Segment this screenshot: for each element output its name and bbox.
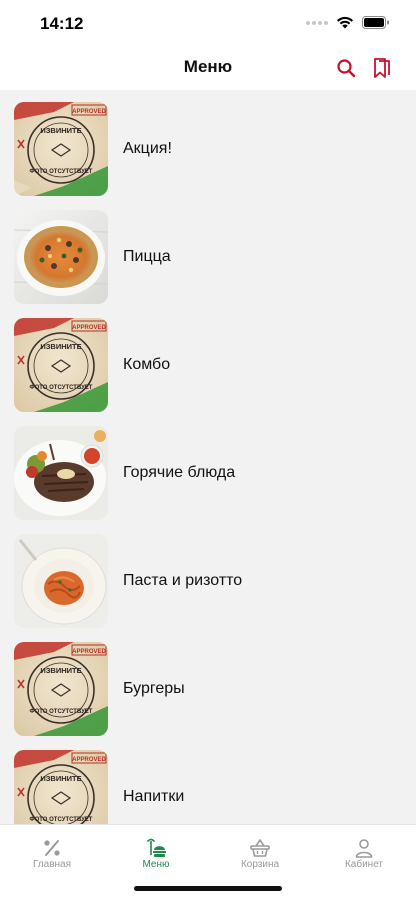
tab-label: Корзина: [240, 859, 280, 870]
no-photo-placeholder: APPROVED ИЗВИНИТЕ ФОТО ОТСУТСТВУЕТ: [14, 750, 108, 824]
menu-category-list[interactable]: APPROVED ИЗВИНИТЕ ФОТО ОТСУТСТВУЕТ Акция…: [0, 90, 416, 824]
category-thumbnail: APPROVED ИЗВИНИТЕ ФОТО ОТСУТСТВУЕТ: [14, 642, 108, 736]
menu-category-pasta-risotto[interactable]: Паста и ризотто: [0, 522, 416, 630]
approved-stamp-text: APPROVED: [72, 757, 106, 763]
menu-category-pizza[interactable]: Пицца: [0, 198, 416, 306]
stamp-text-bottom: ФОТО ОТСУТСТВУЕТ: [30, 385, 93, 391]
status-icons: [306, 16, 390, 29]
approved-stamp-text: APPROVED: [72, 109, 106, 115]
menu-category-hot-dishes[interactable]: Горячие блюда: [0, 414, 416, 522]
menu-category-label: Горячие блюда: [123, 464, 236, 481]
menu-category-promo[interactable]: APPROVED ИЗВИНИТЕ ФОТО ОТСУТСТВУЕТ Акция…: [0, 90, 416, 198]
menu-tray-icon: [147, 838, 166, 857]
menu-category-label: Паста и ризотто: [123, 572, 243, 589]
stamp-text-bottom: ФОТО ОТСУТСТВУЕТ: [30, 817, 93, 823]
nav-bar: Меню: [0, 46, 416, 90]
home-indicator: [134, 886, 282, 891]
tab-label: Главная: [32, 859, 72, 870]
no-photo-placeholder: APPROVED ИЗВИНИТЕ ФОТО ОТСУТСТВУЕТ: [14, 642, 108, 736]
stamp-text-top: ИЗВИНИТЕ: [40, 342, 81, 351]
pasta-photo: [14, 534, 108, 628]
status-time: 14:12: [40, 14, 84, 33]
approved-stamp-text: APPROVED: [72, 325, 106, 331]
category-thumbnail: APPROVED ИЗВИНИТЕ ФОТО ОТСУТСТВУЕТ: [14, 318, 108, 412]
approved-stamp-text: APPROVED: [72, 649, 106, 655]
menu-category-label: Акция!: [123, 140, 172, 157]
bookmark-icon: [374, 58, 390, 78]
menu-category-burgers[interactable]: APPROVED ИЗВИНИТЕ ФОТО ОТСУТСТВУЕТ Бурге…: [0, 630, 416, 738]
menu-category-label: Бургеры: [123, 680, 185, 697]
menu-category-label: Пицца: [123, 248, 171, 265]
pizza-photo: [14, 210, 108, 304]
stamp-text-bottom: ФОТО ОТСУТСТВУЕТ: [30, 709, 93, 715]
category-thumbnail: [14, 210, 108, 304]
category-thumbnail: [14, 426, 108, 520]
stamp-text-top: ИЗВИНИТЕ: [40, 774, 81, 783]
tab-home[interactable]: Главная: [0, 825, 104, 881]
no-photo-placeholder: APPROVED ИЗВИНИТЕ ФОТО ОТСУТСТВУЕТ: [14, 318, 108, 412]
battery-icon: [362, 16, 389, 29]
bookmark-button[interactable]: [370, 56, 394, 80]
basket-icon: [250, 839, 270, 857]
menu-category-label: Напитки: [123, 788, 185, 805]
search-icon: [337, 59, 356, 78]
wifi-icon: [337, 16, 353, 29]
search-button[interactable]: [334, 56, 358, 80]
no-photo-placeholder: APPROVED ИЗВИНИТЕ ФОТО ОТСУТСТВУЕТ: [14, 102, 108, 196]
menu-category-label: Комбо: [123, 356, 171, 373]
menu-category-combo[interactable]: APPROVED ИЗВИНИТЕ ФОТО ОТСУТСТВУЕТ Комбо: [0, 306, 416, 414]
cellular-signal-icon: [306, 20, 328, 25]
stamp-text-bottom: ФОТО ОТСУТСТВУЕТ: [30, 169, 93, 175]
stamp-text-top: ИЗВИНИТЕ: [40, 666, 81, 675]
percent-icon: [44, 840, 60, 856]
category-thumbnail: [14, 534, 108, 628]
tab-profile[interactable]: Кабинет: [312, 825, 416, 881]
steak-photo: [14, 426, 108, 520]
category-thumbnail: APPROVED ИЗВИНИТЕ ФОТО ОТСУТСТВУЕТ: [14, 750, 108, 824]
stamp-text-top: ИЗВИНИТЕ: [40, 126, 81, 135]
tab-label: Меню: [142, 859, 170, 870]
tab-menu[interactable]: Меню: [104, 825, 208, 881]
tab-cart[interactable]: Корзина: [208, 825, 312, 881]
tab-label: Кабинет: [344, 859, 384, 870]
menu-category-drinks[interactable]: APPROVED ИЗВИНИТЕ ФОТО ОТСУТСТВУЕТ Напит…: [0, 738, 416, 824]
status-bar: 14:12: [0, 0, 416, 46]
category-thumbnail: APPROVED ИЗВИНИТЕ ФОТО ОТСУТСТВУЕТ: [14, 102, 108, 196]
profile-icon: [355, 839, 373, 858]
